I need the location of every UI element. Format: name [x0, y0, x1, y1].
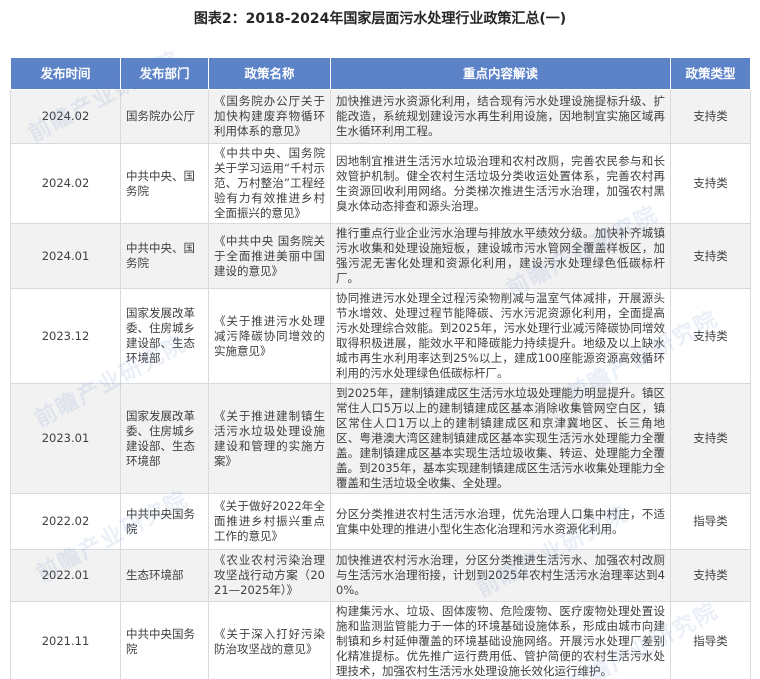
cell-date: 2022.02 [10, 493, 121, 550]
page-title: 图表2：2018-2024年国家层面污水处理行业政策汇总(一) [193, 11, 567, 27]
cell-date: 2024.02 [10, 89, 121, 144]
header-key-content: 重点内容解读 [330, 57, 671, 90]
cell-department: 中共中央国务院 [120, 601, 209, 679]
header-date: 发布时间 [10, 57, 121, 90]
cell-policy-name: 《关于推进污水处理减污降碳协同增效的实施意见》 [208, 288, 331, 384]
table-row: 2022.01 生态环境部 《农业农村污染治理攻坚战行动方案（2021—2025… [10, 549, 751, 602]
cell-key-content: 因地制宜推进生活污水垃圾治理和农村改厕，完善农民参与和长效管护机制。健全农村生活… [330, 143, 671, 224]
header-policy-name: 政策名称 [208, 57, 331, 90]
cell-date: 2024.02 [10, 143, 121, 224]
cell-policy-name: 《国务院办公厅关于加快构建废弃物循环利用体系的意见》 [208, 89, 331, 144]
cell-department: 生态环境部 [120, 549, 209, 602]
cell-policy-name: 《农业农村污染治理攻坚战行动方案（2021—2025年）》 [208, 549, 331, 602]
page: 图表2：2018-2024年国家层面污水处理行业政策汇总(一) 发布时间 发布部… [0, 0, 760, 679]
cell-policy-type: 支持类 [670, 223, 751, 289]
cell-department: 中共中央、国务院 [120, 223, 209, 289]
header-department: 发布部门 [120, 57, 209, 90]
cell-policy-type: 支持类 [670, 549, 751, 602]
cell-policy-name: 《关于做好2022年全面推进乡村振兴重点工作的意见》 [208, 493, 331, 550]
cell-policy-name: 《中共中央、国务院关于学习运用“千村示范、万村整治”工程经验有力有效推进乡村全面… [208, 143, 331, 224]
cell-department: 国家发展改革委、住房城乡建设部、生态环境部 [120, 383, 209, 494]
table-row: 2024.02 中共中央、国务院 《中共中央、国务院关于学习运用“千村示范、万村… [10, 143, 751, 224]
cell-policy-name: 《中共中央 国务院关于全面推进美丽中国建设的意见》 [208, 223, 331, 289]
cell-key-content: 到2025年，建制镇建成区生活污水垃圾处理能力明显提升。镇区常住人口5万以上的建… [330, 383, 671, 494]
cell-date: 2021.11 [10, 601, 121, 679]
header-policy-type: 政策类型 [670, 57, 751, 90]
cell-key-content: 构建集污水、垃圾、固体废物、危险废物、医疗废物处理处置设施和监测监管能力于一体的… [330, 601, 671, 679]
cell-key-content: 分区分类推进农村生活污水治理，优先治理人口集中村庄，不适宜集中处理的推进小型化生… [330, 493, 671, 550]
cell-key-content: 推行重点行业企业污水治理与排放水平绩效分级。加快补齐城镇污水收集和处理设施短板，… [330, 223, 671, 289]
table-header-row: 发布时间 发布部门 政策名称 重点内容解读 政策类型 [10, 57, 751, 90]
cell-department: 国家发展改革委、住房城乡建设部、生态环境部 [120, 288, 209, 384]
cell-key-content: 加快推进农村污水治理，分区分类推进生活污水、加强农村改厕与生活污水治理衔接，计划… [330, 549, 671, 602]
table-row: 2023.01 国家发展改革委、住房城乡建设部、生态环境部 《关于推进建制镇生活… [10, 383, 751, 494]
cell-policy-type: 支持类 [670, 383, 751, 494]
cell-department: 国务院办公厅 [120, 89, 209, 144]
table-row: 2021.11 中共中央国务院 《关于深入打好污染防治攻坚战的意见》 构建集污水… [10, 601, 751, 679]
table-row: 2023.12 国家发展改革委、住房城乡建设部、生态环境部 《关于推进污水处理减… [10, 288, 751, 384]
cell-date: 2023.12 [10, 288, 121, 384]
cell-date: 2023.01 [10, 383, 121, 494]
cell-policy-type: 支持类 [670, 89, 751, 144]
cell-policy-type: 支持类 [670, 288, 751, 384]
cell-date: 2022.01 [10, 549, 121, 602]
cell-policy-type: 指导类 [670, 601, 751, 679]
table-row: 2024.02 国务院办公厅 《国务院办公厅关于加快构建废弃物循环利用体系的意见… [10, 89, 751, 144]
cell-policy-type: 支持类 [670, 143, 751, 224]
cell-department: 中共中央国务院 [120, 493, 209, 550]
cell-policy-name: 《关于推进建制镇生活污水垃圾处理设施建设和管理的实施方案》 [208, 383, 331, 494]
cell-policy-name: 《关于深入打好污染防治攻坚战的意见》 [208, 601, 331, 679]
cell-department: 中共中央、国务院 [120, 143, 209, 224]
cell-date: 2024.01 [10, 223, 121, 289]
cell-key-content: 加快推进污水资源化利用，结合现有污水处理设施提标升级、扩能改造，系统规划建设污水… [330, 89, 671, 144]
policy-table: 发布时间 发布部门 政策名称 重点内容解读 政策类型 2024.02 国务院办公… [10, 57, 751, 679]
cell-key-content: 协同推进污水处理全过程污染物削减与温室气体减排，开展源头节水增效、处理过程节能降… [330, 288, 671, 384]
table-row: 2024.01 中共中央、国务院 《中共中央 国务院关于全面推进美丽中国建设的意… [10, 223, 751, 289]
table-row: 2022.02 中共中央国务院 《关于做好2022年全面推进乡村振兴重点工作的意… [10, 493, 751, 550]
cell-policy-type: 指导类 [670, 493, 751, 550]
